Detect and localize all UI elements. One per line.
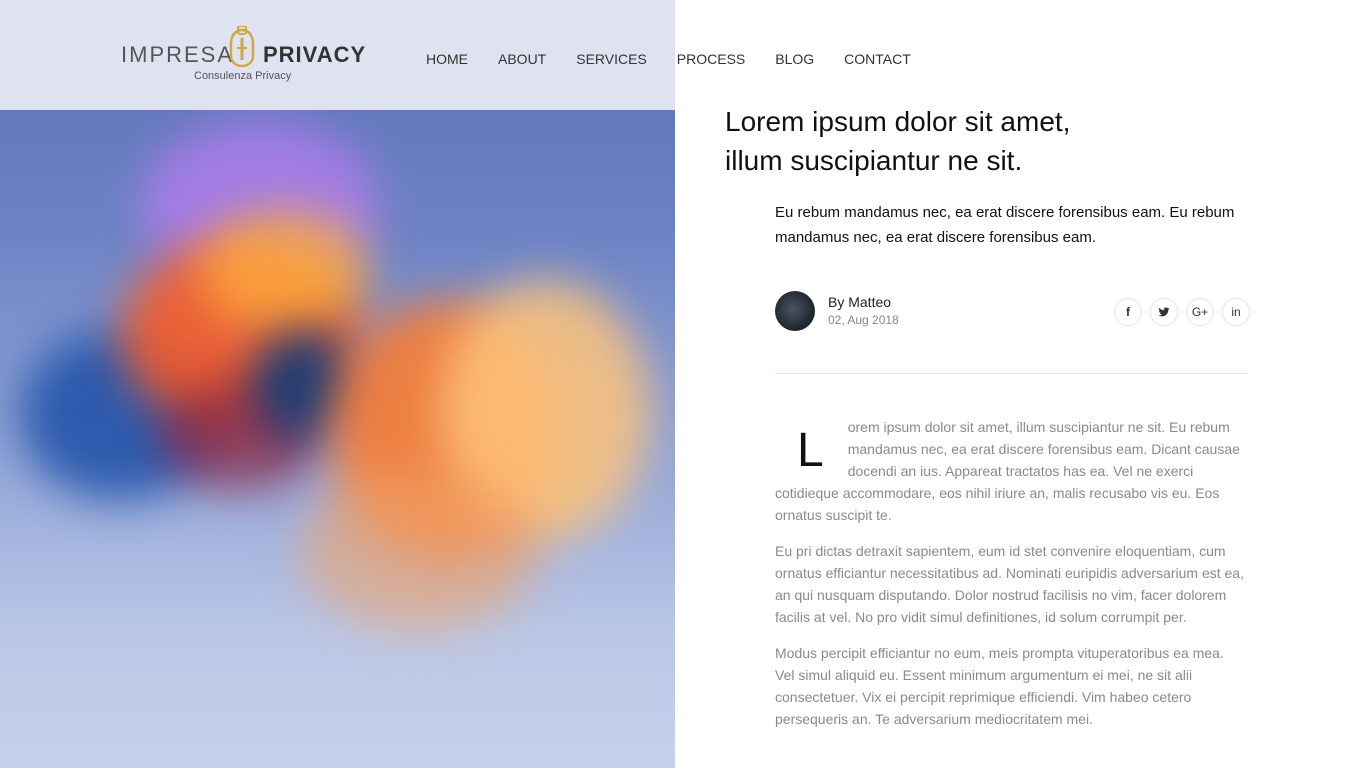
nav-item-process[interactable]: PROCESS [677,51,745,67]
logo-word-impresa: IMPRESA [121,42,235,67]
nav-item-home[interactable]: HOME [426,51,468,67]
author-name[interactable]: By Matteo [828,294,891,310]
article-title-line-2: illum suscipiantur ne sit. [725,145,1023,176]
drop-cap: L [797,424,824,477]
twitter-icon[interactable] [1150,298,1178,326]
author-block: By Matteo 02, Aug 2018 f G+ in [775,291,1250,335]
nav-item-about[interactable]: ABOUT [498,51,546,67]
main-nav: HOME ABOUT SERVICES PROCESS BLOG CONTACT [426,51,941,67]
powder-cloud [300,470,540,630]
nav-item-services[interactable]: SERVICES [576,51,647,67]
social-share: f G+ in [1114,298,1250,326]
divider [775,373,1248,374]
logo-mark-icon [229,26,255,68]
article-paragraph: Eu pri dictas detraxit sapientem, eum id… [775,543,1244,625]
twitter-bird-icon [1158,307,1170,317]
avatar[interactable] [775,291,815,331]
logo-tagline: Consulenza Privacy [194,70,292,82]
article-title: Lorem ipsum dolor sit amet, illum suscip… [725,102,1245,180]
article-paragraph: Lorem ipsum dolor sit amet, illum suscip… [775,416,1247,526]
hero-image [0,0,675,768]
article-body: Lorem ipsum dolor sit amet, illum suscip… [775,416,1247,744]
nav-item-contact[interactable]: CONTACT [844,51,911,67]
powder-cloud [200,210,370,330]
linkedin-icon[interactable]: in [1222,298,1250,326]
publish-date: 02, Aug 2018 [828,313,899,327]
article-paragraph: Modus percipit efficiantur no eum, meis … [775,645,1224,727]
logo-word-privacy: PRIVACY [263,42,367,67]
article-lead: Eu rebum mandamus nec, ea erat discere f… [775,204,1235,246]
google-plus-icon[interactable]: G+ [1186,298,1214,326]
facebook-icon[interactable]: f [1114,298,1142,326]
site-logo[interactable]: IMPRESA PRIVACY Consulenza Privacy [121,26,371,90]
nav-item-blog[interactable]: BLOG [775,51,814,67]
paragraph-text: orem ipsum dolor sit amet, illum suscipi… [775,419,1240,523]
article-title-line-1: Lorem ipsum dolor sit amet, [725,106,1071,137]
